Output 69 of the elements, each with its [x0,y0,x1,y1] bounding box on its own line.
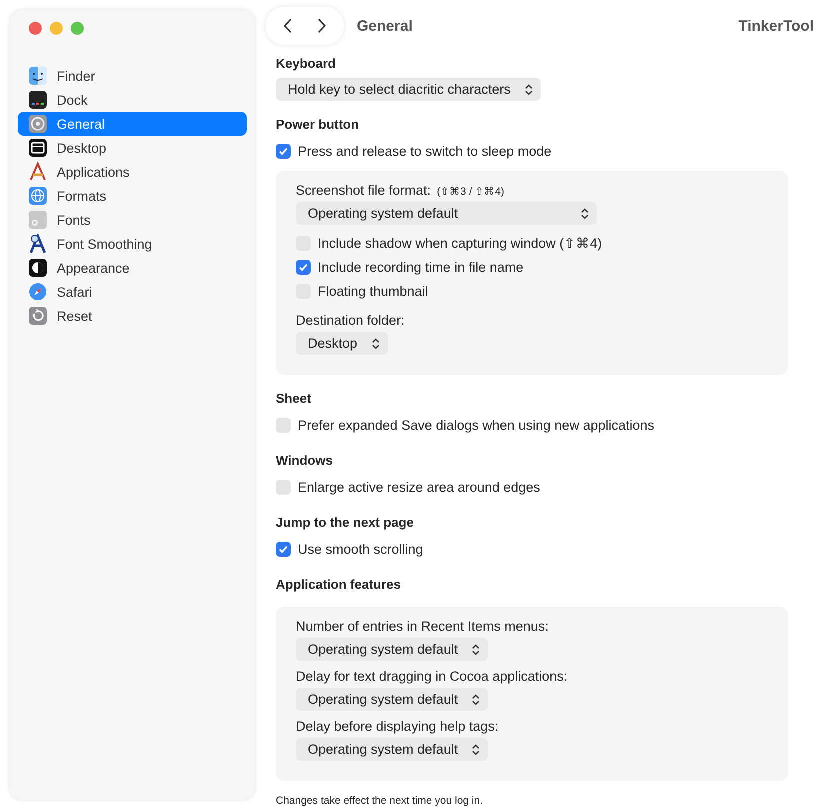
face-icon [28,66,48,86]
minimize-button[interactable] [50,22,63,35]
checkmark-icon [278,544,289,554]
letter-tile-icon [28,210,48,230]
checkbox-label: Prefer expanded Save dialogs when using new applications [298,418,654,432]
section-title: Keyboard [276,56,336,71]
checkbox-label: Include recording time in file name [318,260,524,274]
chevron-updown-icon [472,744,480,756]
shortcut-hint: (⇧⌘3 / ⇧⌘4) [437,185,504,198]
checkmark-icon [278,146,289,156]
app-name: TinkerTool [738,18,814,34]
gear-icon [28,114,48,134]
compass-icon [28,282,48,302]
checkbox[interactable] [276,418,291,432]
popup-button[interactable]: Operating system default [296,202,597,225]
field-label: Delay before displaying help tags: [296,719,499,734]
checkbox-label: Floating thumbnail [318,284,428,298]
field-label: Number of entries in Recent Items menus: [296,619,549,634]
checkbox[interactable] [276,144,291,158]
tools-icon [28,162,48,182]
checkbox[interactable] [276,542,291,556]
sidebar-item[interactable]: Reset [18,304,247,328]
sidebar-item[interactable]: Finder [18,64,247,88]
dock-icon [28,90,48,110]
section-title: Sheet [276,391,312,406]
popup-button[interactable]: Hold key to select diacritic characters [276,78,541,101]
checkbox[interactable] [296,260,311,274]
checkbox[interactable] [276,480,291,494]
sidebar-item[interactable]: Safari [18,280,247,304]
section-title: Windows [276,453,333,468]
checkmark-icon [298,262,309,272]
field-label: Destination folder: [296,313,405,328]
chevron-left-icon [283,18,293,34]
sidebar-item[interactable]: Dock [18,88,247,112]
chevron-updown-icon [524,84,533,96]
chevron-updown-icon [372,338,380,350]
field-label: Delay for text dragging in Cocoa applications: [296,669,568,684]
section-title: Jump to the next page [276,515,414,530]
sidebar-item[interactable]: Appearance [18,256,247,280]
window-icon [28,138,48,158]
sidebar-item[interactable]: Applications [18,160,247,184]
sidebar-item[interactable]: Fonts [18,208,247,232]
sidebar-item[interactable]: Desktop [18,136,247,160]
sidebar-item[interactable]: Font Smoothing [18,232,247,256]
chevron-updown-icon [472,644,480,656]
footer-note: Changes take effect the next time you log in. [276,795,484,807]
chevron-right-icon [317,18,327,34]
zoom-button[interactable] [71,22,84,35]
popup-button[interactable]: Operating system default [296,688,488,711]
reset-icon [28,306,48,326]
checkbox-label: Press and release to switch to sleep mode [298,144,552,158]
contrast-icon [28,258,48,278]
checkbox-label: Use smooth scrolling [298,542,424,556]
checkbox-label: Include shadow when capturing window (⇧⌘4) [318,235,602,251]
sidebar-item[interactable]: Formats [18,184,247,208]
popup-button[interactable]: Desktop [296,332,388,355]
section-title: Power button [276,117,360,132]
field-label: Screenshot file format: [296,183,432,198]
chevron-updown-icon [581,208,589,220]
sidebar-item[interactable]: General [18,112,247,136]
chevron-updown-icon [472,694,480,706]
popup-button[interactable]: Operating system default [296,738,488,761]
section-title: Application features [276,577,401,592]
close-button[interactable] [29,22,42,35]
globe-icon [28,186,48,206]
popup-button[interactable]: Operating system default [296,638,488,661]
checkbox-label: Enlarge active resize area around edges [298,480,540,494]
letter-a-icon [28,234,48,254]
window-title: General [357,18,414,34]
